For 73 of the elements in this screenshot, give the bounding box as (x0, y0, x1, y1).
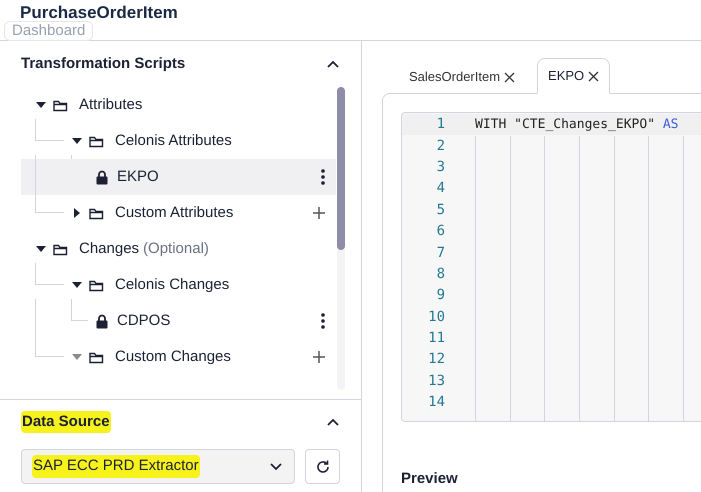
folder-icon (89, 278, 104, 292)
tree-item[interactable]: EKPO (21, 159, 336, 195)
refresh-icon (314, 458, 331, 474)
tree-label: Custom Attributes (115, 202, 234, 223)
more-options-icon[interactable] (321, 313, 325, 329)
tree-label: Celonis Attributes (115, 130, 232, 151)
tree-folder[interactable]: Celonis Attributes (21, 123, 336, 159)
chevron-up-icon[interactable] (327, 418, 339, 426)
line-number: 10 (427, 308, 445, 327)
tree-label: Celonis Changes (115, 274, 230, 295)
tree-label: Changes (79, 238, 140, 259)
caret-right-icon[interactable] (72, 208, 82, 218)
tree-connector-line (35, 263, 64, 285)
tree-connector-line (35, 155, 64, 213)
tree-label: Attributes (79, 94, 142, 115)
tree-label: EKPO (117, 166, 159, 187)
tree-connector-line (71, 299, 88, 321)
line-number: 11 (427, 329, 445, 348)
optional-label: (Optional) (143, 238, 209, 259)
tree-folder[interactable]: Custom Attributes (21, 195, 336, 231)
tree-label: Custom Changes (115, 346, 231, 367)
line-number: 3 (436, 158, 445, 177)
folder-icon (89, 350, 104, 364)
preview-title: Preview (401, 470, 459, 488)
tree-folder[interactable]: Custom Changes (21, 339, 336, 375)
folder-icon (89, 134, 104, 148)
tree-connector-line (35, 299, 64, 357)
add-icon[interactable] (313, 207, 325, 219)
caret-down-icon[interactable] (36, 100, 46, 110)
code-editor[interactable]: 1 WITH "CTE_Changes_EKPO" AS 2 3 4 5 6 7 8 9 10 11 12 13 14 (401, 112, 701, 422)
section-title: Data Source (21, 410, 111, 434)
line-number: 7 (436, 244, 445, 263)
line-number: 9 (436, 286, 445, 306)
page-title: PurchaseOrderItem (20, 3, 178, 23)
editor-tab[interactable]: SalesOrderItem (401, 60, 524, 94)
line-number: 4 (436, 179, 445, 198)
editor-tab[interactable]: EKPO (537, 58, 610, 94)
line-number: 2 (436, 136, 445, 156)
chevron-down-icon (270, 462, 282, 470)
line-number: 14 (427, 393, 445, 412)
more-options-icon[interactable] (321, 169, 325, 185)
refresh-button[interactable] (305, 449, 340, 484)
scrollbar[interactable] (337, 87, 345, 390)
code-line: WITH "CTE_Changes_EKPO" AS (475, 116, 679, 134)
chevron-up-icon[interactable] (327, 60, 339, 68)
dashboard-tooltip: Dashboard (4, 21, 94, 41)
line-number: 1 (436, 115, 445, 134)
line-number: 8 (436, 264, 445, 284)
lock-icon (96, 170, 108, 184)
tree-folder[interactable]: Celonis Changes (21, 267, 336, 303)
line-number: 13 (427, 372, 445, 391)
close-icon[interactable] (588, 70, 600, 82)
caret-down-icon[interactable] (72, 280, 82, 290)
section-title: Transformation Scripts (21, 54, 186, 74)
tree-label: CDPOS (117, 310, 170, 331)
line-number: 12 (427, 350, 445, 370)
line-number: 5 (436, 200, 445, 220)
folder-icon (89, 206, 104, 220)
tree-connector-line (35, 119, 64, 141)
folder-icon (53, 242, 68, 256)
tree-item[interactable]: CDPOS (21, 303, 336, 339)
select-value: SAP ECC PRD Extractor (32, 455, 200, 478)
caret-down-icon[interactable] (36, 244, 46, 254)
add-icon[interactable] (313, 351, 325, 363)
data-source-select[interactable]: SAP ECC PRD Extractor (21, 449, 296, 484)
caret-down-icon[interactable] (72, 136, 82, 146)
close-icon[interactable] (504, 72, 516, 82)
tree-folder[interactable]: Attributes (21, 87, 336, 123)
line-number: 6 (436, 222, 445, 242)
lock-icon (96, 314, 108, 328)
tree-folder[interactable]: Changes (Optional) (21, 231, 336, 267)
scrollbar-thumb[interactable] (337, 87, 345, 250)
folder-icon (53, 98, 68, 112)
